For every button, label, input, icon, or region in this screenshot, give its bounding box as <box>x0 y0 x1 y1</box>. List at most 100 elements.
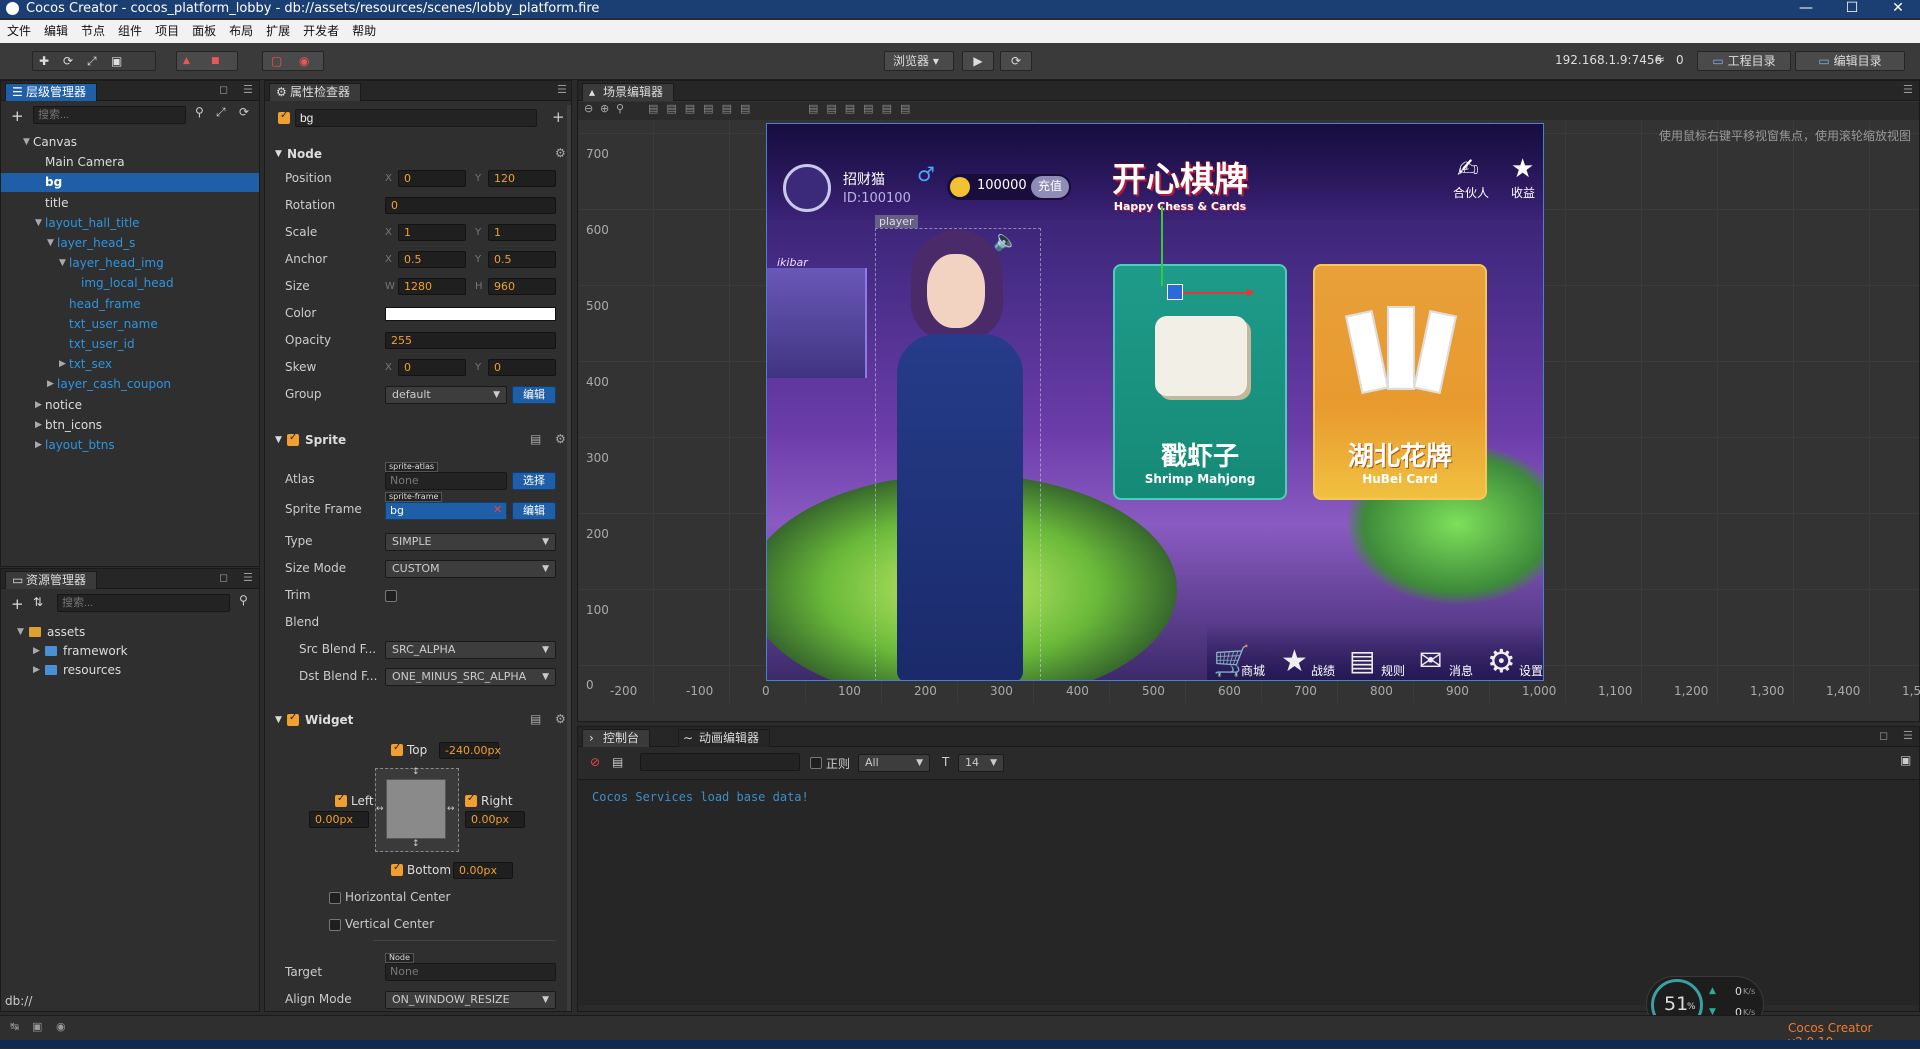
type-select[interactable]: SIMPLE <box>385 533 556 551</box>
settings-icon[interactable]: ⚙ <box>555 712 566 726</box>
game-card-shrimp-mahjong[interactable]: 戳虾子 Shrimp Mahjong <box>1113 264 1287 500</box>
color-swatch[interactable] <box>385 307 556 321</box>
move-tool-icon[interactable]: ✚ <box>39 52 49 70</box>
size-mode-select[interactable]: CUSTOM <box>385 560 556 578</box>
skew-y-input[interactable]: 0 <box>488 359 556 376</box>
search-icon[interactable]: ⚲ <box>195 105 204 119</box>
add-asset-icon[interactable]: + <box>11 595 24 613</box>
node-section-header[interactable]: ▼ Node ⚙ <box>273 144 566 166</box>
distribute-tools-icons[interactable]: ▤▤▤▤▤▤ <box>808 102 918 115</box>
zoom-in-icon[interactable]: ⊕ <box>600 102 609 115</box>
expand-toggle-icon[interactable]: ▶ <box>35 416 42 434</box>
tree-node[interactable]: img_local_head <box>1 274 259 293</box>
inspector-scrollbar[interactable] <box>567 105 571 1011</box>
delete-icon[interactable]: ▣ <box>32 1020 42 1033</box>
expand-toggle-icon[interactable]: ▼ <box>47 234 54 252</box>
expand-toggle-icon[interactable]: ▶ <box>33 642 40 660</box>
popout-icon[interactable]: ◻ <box>219 571 228 584</box>
collapse-icon[interactable]: ▣ <box>1900 753 1911 767</box>
tree-node[interactable]: ▶ btn_icons <box>1 416 259 435</box>
atlas-select-button[interactable]: 选择 <box>512 472 556 490</box>
tree-node[interactable]: title <box>1 194 259 213</box>
font-size-select[interactable]: 14 <box>958 754 1004 772</box>
widget-enabled-checkbox[interactable] <box>287 712 299 726</box>
refresh-button[interactable]: ⟳ <box>1000 51 1032 71</box>
tree-node[interactable]: head_frame <box>1 295 259 314</box>
settings-icon[interactable]: ⚙ <box>555 432 566 446</box>
regex-checkbox[interactable] <box>810 757 822 769</box>
expand-toggle-icon[interactable]: ▼ <box>59 254 66 272</box>
widget-left-input[interactable]: 0.00px <box>309 811 369 828</box>
rect-tool-icon[interactable]: ▣ <box>111 52 122 70</box>
menu-edit[interactable]: 编辑 <box>37 20 74 43</box>
expand-toggle-icon[interactable]: ▶ <box>59 355 66 373</box>
rules-icon[interactable]: ▤ <box>1349 644 1375 677</box>
tab-console[interactable]: › 控制台 <box>582 729 651 747</box>
browser-select[interactable]: 浏览器 ▾ <box>884 51 954 71</box>
tab-animation[interactable]: ∼ 动画编辑器 <box>678 729 771 747</box>
tree-node[interactable]: txt_user_id <box>1 335 259 354</box>
widget-right-checkbox[interactable] <box>465 793 477 807</box>
expand-toggle-icon[interactable]: ▶ <box>47 375 54 393</box>
tree-node[interactable]: Main Camera <box>1 153 259 172</box>
project-dir-button[interactable]: ▭ 工程目录 <box>1697 51 1791 71</box>
group-select[interactable]: default <box>385 386 507 404</box>
trim-checkbox[interactable] <box>385 590 397 602</box>
tree-node[interactable]: ▶ txt_sex <box>1 355 259 374</box>
menu-help[interactable]: 帮助 <box>345 20 382 43</box>
maximize-icon[interactable]: ☐ <box>1832 0 1872 18</box>
eye-icon[interactable]: ◉ <box>56 1020 66 1033</box>
tree-node[interactable]: ▶ layer_cash_coupon <box>1 375 259 394</box>
menu-project[interactable]: 项目 <box>148 20 185 43</box>
widget-alignment-diagram[interactable]: ↕ ↕ ↔ ↔ <box>375 767 459 852</box>
group-edit-button[interactable]: 编辑 <box>512 386 556 404</box>
widget-section-header[interactable]: ▼ Widget ▤ ⚙ <box>273 710 566 732</box>
message-icon[interactable]: ✉ <box>1419 644 1442 677</box>
tree-node[interactable]: ▼ layer_head_s <box>1 234 259 253</box>
panel-menu-icon[interactable]: ☰ <box>1903 729 1913 742</box>
help-book-icon[interactable]: ▤ <box>530 712 541 726</box>
expand-toggle-icon[interactable]: ▼ <box>17 623 24 641</box>
position-x-input[interactable]: 0 <box>398 170 466 187</box>
clear-icon[interactable]: ✕ <box>493 503 502 516</box>
editor-dir-button[interactable]: ▭ 编辑目录 <box>1795 51 1905 71</box>
opacity-input[interactable]: 255 <box>385 332 556 349</box>
y-axis-gizmo[interactable] <box>1161 206 1163 286</box>
tree-node[interactable]: txt_user_name <box>1 315 259 334</box>
tree-node[interactable]: ▼ layer_head_img <box>1 254 259 273</box>
search-icon[interactable]: ⚲ <box>239 593 248 607</box>
tree-node[interactable]: ▼ Canvas <box>1 133 259 152</box>
anchor-y-input[interactable]: 0.5 <box>488 251 556 268</box>
settings-gear-icon[interactable]: ⚙ <box>1487 642 1516 680</box>
snap-icon[interactable]: ▢ <box>271 52 282 70</box>
add-node-icon[interactable]: + <box>11 107 24 125</box>
game-card-hubei[interactable]: 湖北花牌 HuBei Card <box>1313 264 1487 500</box>
console-filter-input[interactable] <box>640 753 800 771</box>
sprite-section-header[interactable]: ▼ Sprite ▤ ⚙ <box>273 430 566 452</box>
clear-console-icon[interactable]: ⊘ <box>590 755 600 769</box>
menu-panel[interactable]: 面板 <box>185 20 222 43</box>
handshake-icon[interactable]: ✍ <box>1457 154 1479 184</box>
tree-node[interactable]: ▼ layout_hall_title <box>1 214 259 233</box>
rotate-tool-icon[interactable]: ⟳ <box>63 52 73 70</box>
expand-toggle-icon[interactable]: ▶ <box>35 436 42 454</box>
menu-developer[interactable]: 开发者 <box>296 20 345 43</box>
atlas-field[interactable]: None <box>385 472 507 490</box>
log-level-select[interactable]: All <box>858 754 930 772</box>
expand-toggle-icon[interactable]: ▶ <box>35 396 42 414</box>
sound-icon[interactable]: 🔈 <box>993 228 1018 252</box>
popout-icon[interactable]: ◻ <box>219 83 228 96</box>
size-h-input[interactable]: 960 <box>488 278 556 295</box>
tree-node[interactable]: ▶ notice <box>1 396 259 415</box>
panel-menu-icon[interactable]: ☰ <box>243 571 253 584</box>
play-button[interactable]: ▶ <box>962 51 994 71</box>
skew-x-input[interactable]: 0 <box>398 359 466 376</box>
scale-tool-icon[interactable]: ⤢ <box>87 52 97 70</box>
pivot-icon[interactable]: ▲ <box>183 52 190 70</box>
record-icon[interactable]: ◉ <box>299 52 309 70</box>
income-icon[interactable]: ★ <box>1511 154 1534 184</box>
menu-extension[interactable]: 扩展 <box>259 20 296 43</box>
zoom-reset-icon[interactable]: ⚲ <box>616 102 624 115</box>
expand-toggle-icon[interactable]: ▼ <box>23 133 30 151</box>
expand-icon[interactable]: ⤢ <box>216 105 226 120</box>
